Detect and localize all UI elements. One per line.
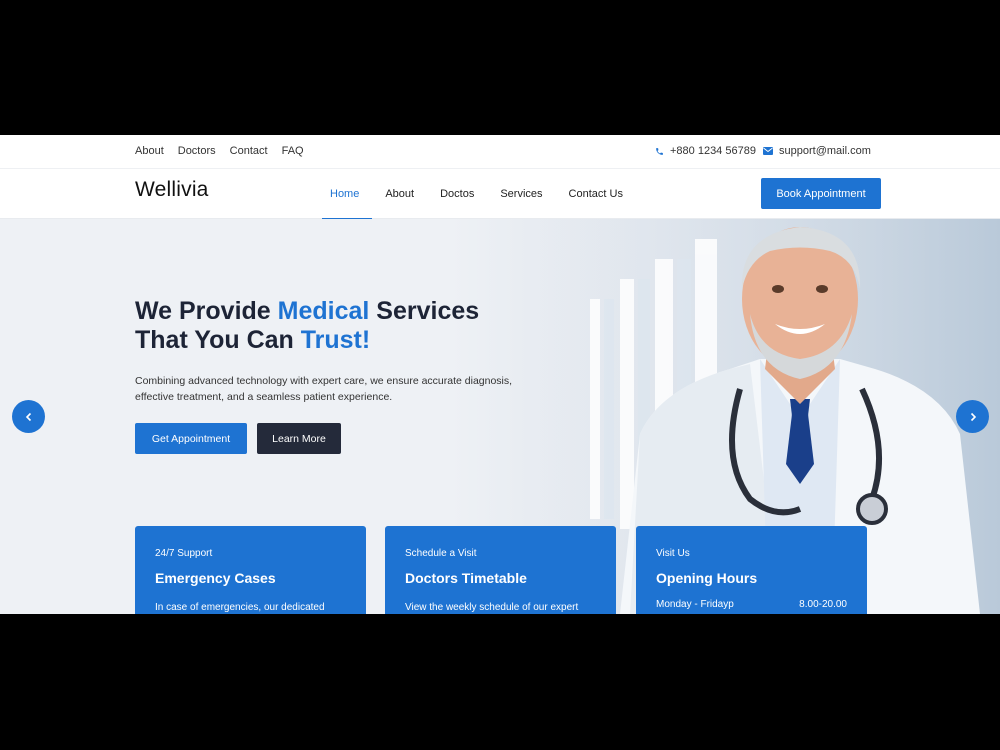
phone-number: +880 1234 56789 bbox=[670, 145, 756, 157]
opening-hours-card[interactable]: Visit Us Opening Hours Monday - Fridayp … bbox=[636, 526, 867, 614]
main-nav: Wellivia Home About Doctos Services Cont… bbox=[0, 169, 1000, 220]
get-appointment-button[interactable]: Get Appointment bbox=[135, 423, 247, 454]
hours-row: Monday - Fridayp 8.00-20.00 bbox=[656, 599, 847, 610]
book-appointment-button[interactable]: Book Appointment bbox=[761, 178, 881, 209]
card-title: Emergency Cases bbox=[155, 570, 276, 586]
email-contact[interactable]: support@mail.com bbox=[763, 145, 871, 157]
card-subtitle: 24/7 Support bbox=[155, 548, 213, 559]
top-bar: About Doctors Contact FAQ +880 1234 5678… bbox=[0, 135, 1000, 169]
hero-title: We Provide Medical Services That You Can… bbox=[135, 297, 555, 355]
top-link-faq[interactable]: FAQ bbox=[282, 145, 304, 157]
slider-next-button[interactable] bbox=[956, 400, 989, 433]
envelope-icon bbox=[763, 147, 773, 155]
hours-time: 8.00-20.00 bbox=[799, 599, 847, 610]
hero-title-part1: We Provide bbox=[135, 297, 278, 325]
card-description: In case of emergencies, our dedicated bbox=[155, 602, 325, 613]
nav-links: Home About Doctos Services Contact Us bbox=[322, 169, 636, 220]
nav-item-doctors[interactable]: Doctos bbox=[427, 169, 487, 219]
card-title: Opening Hours bbox=[656, 570, 758, 586]
top-links: About Doctors Contact FAQ bbox=[135, 145, 304, 157]
hero-title-highlight-trust: Trust! bbox=[300, 326, 371, 354]
nav-item-home[interactable]: Home bbox=[322, 169, 373, 220]
phone-icon bbox=[656, 147, 663, 155]
hero-description: Combining advanced technology with exper… bbox=[135, 375, 513, 403]
email-address: support@mail.com bbox=[779, 145, 871, 157]
chevron-right-icon bbox=[970, 412, 976, 421]
card-description: View the weekly schedule of our expert bbox=[405, 602, 579, 613]
emergency-card[interactable]: 24/7 Support Emergency Cases In case of … bbox=[135, 526, 366, 614]
hero-title-part2: Services bbox=[369, 297, 480, 325]
card-subtitle: Visit Us bbox=[656, 548, 690, 559]
logo[interactable]: Wellivia bbox=[135, 178, 209, 202]
nav-item-services[interactable]: Services bbox=[487, 169, 555, 219]
hero-title-part3: That You Can bbox=[135, 326, 301, 354]
phone-contact[interactable]: +880 1234 56789 bbox=[655, 145, 756, 157]
card-title: Doctors Timetable bbox=[405, 570, 527, 586]
slider-prev-button[interactable] bbox=[12, 400, 45, 433]
top-link-doctors[interactable]: Doctors bbox=[178, 145, 216, 157]
hours-day: Monday - Fridayp bbox=[656, 599, 734, 610]
nav-item-about[interactable]: About bbox=[372, 169, 427, 219]
card-subtitle: Schedule a Visit bbox=[405, 548, 477, 559]
hero-section: We Provide Medical Services That You Can… bbox=[0, 219, 1000, 614]
nav-item-contact-us[interactable]: Contact Us bbox=[556, 169, 636, 219]
learn-more-button[interactable]: Learn More bbox=[257, 423, 341, 454]
top-link-contact[interactable]: Contact bbox=[230, 145, 268, 157]
top-link-about[interactable]: About bbox=[135, 145, 164, 157]
chevron-left-icon bbox=[25, 412, 31, 421]
timetable-card[interactable]: Schedule a Visit Doctors Timetable View … bbox=[385, 526, 616, 614]
hero-title-highlight-medical: Medical bbox=[277, 297, 370, 325]
page: About Doctors Contact FAQ +880 1234 5678… bbox=[0, 135, 1000, 614]
